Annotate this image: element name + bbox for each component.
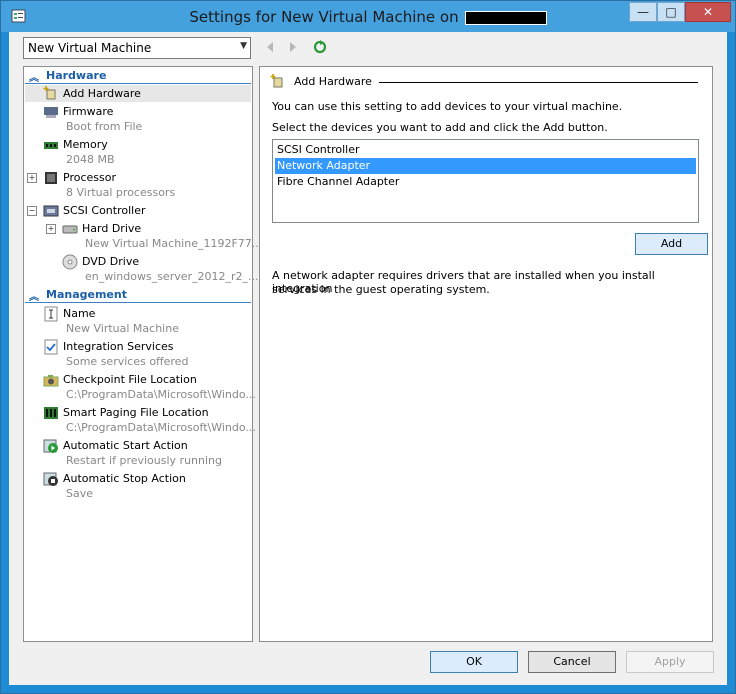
- add-hardware-panel: Add Hardware You can use this setting to…: [259, 66, 713, 642]
- collapse-chevron-icon: ︽: [29, 73, 39, 84]
- sidebar-item-hard-drive[interactable]: + Hard Drive New Virtual Machine_1192F77…: [25, 220, 262, 253]
- close-button[interactable]: ✕: [685, 2, 731, 22]
- device-list[interactable]: SCSI Controller Network Adapter Fibre Ch…: [272, 139, 699, 223]
- instruction-text: Select the devices you want to add and c…: [272, 121, 608, 134]
- sidebar-item-firmware[interactable]: Firmware Boot from File: [25, 103, 251, 136]
- settings-window: Settings for New Virtual Machine on — □ …: [0, 0, 736, 694]
- note-line-2: services in the guest operating system.: [272, 283, 490, 296]
- sidebar-item-smart-paging-file-location[interactable]: Smart Paging File Location C:\ProgramDat…: [25, 404, 256, 437]
- vm-selector-value: New Virtual Machine: [28, 41, 152, 55]
- redacted-host: [464, 10, 547, 25]
- sidebar-item-memory[interactable]: Memory 2048 MB: [25, 136, 251, 169]
- processor-icon: [45, 172, 57, 184]
- checkpoint-camera-icon: [43, 375, 59, 387]
- stop-action-icon: [43, 472, 58, 486]
- management-section-header[interactable]: ︽ Management: [25, 288, 251, 303]
- collapse-chevron-icon: ︽: [29, 292, 39, 303]
- client-area: New Virtual Machine ▼ ︽ Hardware Add Har…: [9, 32, 727, 685]
- minimize-button[interactable]: —: [629, 2, 657, 22]
- apply-button[interactable]: Apply: [626, 651, 714, 673]
- intro-text: You can use this setting to add devices …: [272, 100, 623, 113]
- window-title: Settings for New Virtual Machine on: [1, 8, 735, 26]
- integration-services-icon: [44, 339, 58, 355]
- memory-icon: [44, 142, 58, 149]
- panel-title: Add Hardware: [294, 75, 372, 88]
- sidebar-item-automatic-start-action[interactable]: Automatic Start Action Restart if previo…: [25, 437, 251, 470]
- ok-button[interactable]: OK: [430, 651, 518, 673]
- panel-header: Add Hardware: [270, 73, 702, 91]
- sidebar-item-automatic-stop-action[interactable]: Automatic Stop Action Save: [25, 470, 251, 503]
- vm-selector[interactable]: New Virtual Machine ▼: [23, 37, 251, 59]
- name-icon: [44, 306, 58, 322]
- expand-icon[interactable]: +: [46, 224, 56, 234]
- hardware-section-header[interactable]: ︽ Hardware: [25, 69, 251, 84]
- sidebar-item-checkpoint-file-location[interactable]: Checkpoint File Location C:\ProgramData\…: [25, 371, 256, 404]
- device-option-fibre-channel-adapter[interactable]: Fibre Channel Adapter: [275, 174, 696, 190]
- sidebar-item-add-hardware[interactable]: Add Hardware: [25, 85, 251, 102]
- device-option-scsi-controller[interactable]: SCSI Controller: [275, 142, 696, 158]
- chevron-down-icon: ▼: [240, 41, 247, 51]
- scsi-controller-icon: [43, 205, 59, 217]
- sidebar-item-name[interactable]: Name New Virtual Machine: [25, 305, 251, 338]
- dvd-drive-icon: [62, 254, 78, 270]
- settings-tree: ︽ Hardware Add Hardware Firmware Boot fr…: [23, 66, 262, 642]
- smart-paging-icon: [44, 407, 58, 419]
- firmware-icon: [44, 107, 58, 118]
- add-hardware-icon: [270, 74, 283, 88]
- cancel-button[interactable]: Cancel: [528, 651, 616, 673]
- sidebar-item-dvd-drive[interactable]: DVD Drive en_windows_server_2012_r2_...: [25, 253, 259, 286]
- device-option-network-adapter[interactable]: Network Adapter: [275, 158, 696, 174]
- sidebar-item-processor[interactable]: + Processor 8 Virtual processors: [25, 169, 251, 202]
- sidebar-item-integration-services[interactable]: Integration Services Some services offer…: [25, 338, 251, 371]
- forward-arrow-icon[interactable]: [286, 40, 300, 54]
- header-divider: [379, 82, 698, 83]
- expand-icon[interactable]: +: [27, 173, 37, 183]
- title-bar[interactable]: Settings for New Virtual Machine on — □ …: [1, 1, 735, 32]
- add-button[interactable]: Add: [635, 233, 708, 255]
- add-hardware-icon: [43, 86, 56, 100]
- back-arrow-icon[interactable]: [263, 40, 277, 54]
- hard-drive-icon: [62, 225, 78, 234]
- sidebar-item-scsi-controller[interactable]: − SCSI Controller: [25, 202, 251, 220]
- collapse-icon[interactable]: −: [27, 206, 37, 216]
- maximize-button[interactable]: □: [657, 2, 685, 22]
- start-action-icon: [43, 439, 58, 453]
- refresh-icon[interactable]: [313, 40, 327, 54]
